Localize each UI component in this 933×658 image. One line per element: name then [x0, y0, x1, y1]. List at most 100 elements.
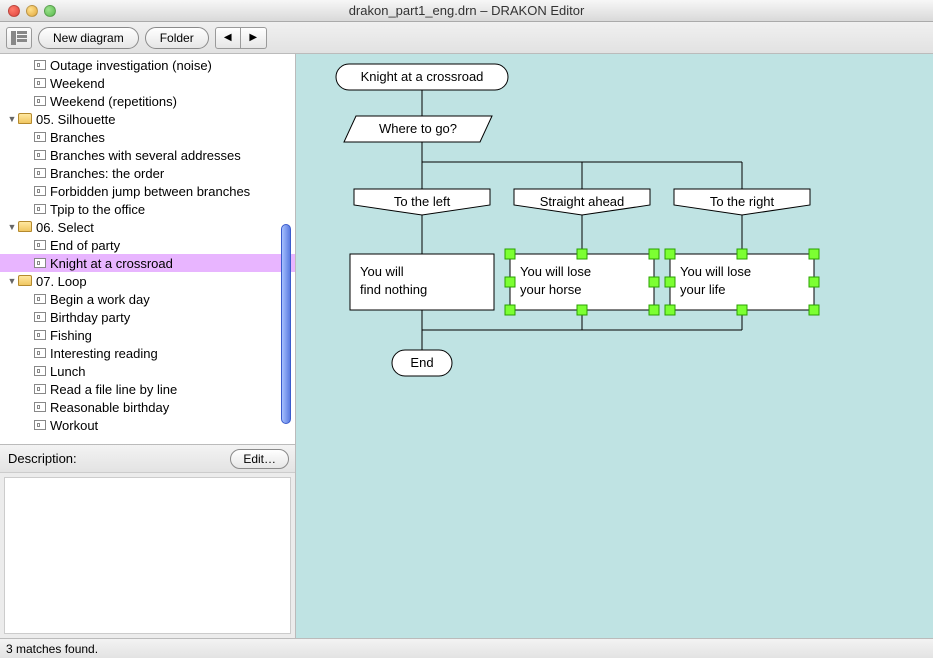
diagram-file-icon	[34, 330, 46, 340]
diagram-file-icon	[34, 384, 46, 394]
folder-icon	[18, 113, 32, 124]
tree-item-label: Трip to the office	[50, 202, 145, 217]
tree-item[interactable]: Interesting reading	[0, 344, 295, 362]
selection-handle[interactable]	[665, 249, 675, 259]
select-question-node[interactable]: Where to go?	[344, 116, 492, 142]
nav-forward-button[interactable]: ▶	[241, 27, 267, 49]
tree-scrollbar[interactable]	[279, 54, 293, 444]
tree-item[interactable]: End of party	[0, 236, 295, 254]
tree-item[interactable]: Birthday party	[0, 308, 295, 326]
edit-description-label: Edit…	[243, 452, 276, 466]
diagram-file-icon	[34, 204, 46, 214]
selection-handle[interactable]	[809, 305, 819, 315]
toggle-sidebar-button[interactable]	[6, 27, 32, 49]
disclosure-triangle-icon[interactable]: ▼	[6, 276, 18, 286]
outcome-node-left[interactable]: You will find nothing	[350, 254, 494, 310]
tree-item-label: 05. Silhouette	[36, 112, 116, 127]
outcome-node-right[interactable]: You will lose your life	[665, 249, 819, 315]
diagram-file-icon	[34, 150, 46, 160]
close-window-button[interactable]	[8, 5, 20, 17]
option-node-left[interactable]: To the left	[354, 189, 490, 215]
selection-handle[interactable]	[737, 249, 747, 259]
diagram-title-node[interactable]: Knight at a crossroad	[336, 64, 508, 90]
tree-folder[interactable]: ▼ 05. Silhouette	[0, 110, 295, 128]
disclosure-triangle-icon[interactable]: ▼	[6, 114, 18, 124]
tree-item[interactable]: Lunch	[0, 362, 295, 380]
folder-icon	[18, 221, 32, 232]
selection-handle[interactable]	[649, 249, 659, 259]
diagram-end-node[interactable]: End	[392, 350, 452, 376]
selection-handle[interactable]	[505, 277, 515, 287]
selection-handle[interactable]	[809, 277, 819, 287]
diagram-file-icon	[34, 132, 46, 142]
diagram-file-icon	[34, 402, 46, 412]
diagram-file-icon	[34, 96, 46, 106]
layout-icon	[11, 31, 27, 45]
selection-handle[interactable]	[505, 249, 515, 259]
minimize-window-button[interactable]	[26, 5, 38, 17]
tree-item[interactable]: Outage investigation (noise)	[0, 56, 295, 74]
tree-item[interactable]: Branches with several addresses	[0, 146, 295, 164]
tree-item-label: Forbidden jump between branches	[50, 184, 250, 199]
tree-item-label: Reasonable birthday	[50, 400, 169, 415]
disclosure-triangle-icon[interactable]: ▼	[6, 222, 18, 232]
tree-item[interactable]: Read a file line by line	[0, 380, 295, 398]
outcome-text-line: You will	[360, 264, 404, 279]
zoom-window-button[interactable]	[44, 5, 56, 17]
tree-item[interactable]: Branches: the order	[0, 164, 295, 182]
selection-handle[interactable]	[505, 305, 515, 315]
tree-item-label: Workout	[50, 418, 98, 433]
tree-item-label: Lunch	[50, 364, 85, 379]
nav-back-button[interactable]: ◀	[215, 27, 241, 49]
edit-description-button[interactable]: Edit…	[230, 449, 289, 469]
tree-item[interactable]: Knight at a crossroad	[0, 254, 295, 272]
scrollbar-thumb[interactable]	[281, 224, 291, 424]
new-folder-button[interactable]: Folder	[145, 27, 209, 49]
tree-item[interactable]: Weekend	[0, 74, 295, 92]
tree-item-label: Branches	[50, 130, 105, 145]
tree-item[interactable]: Fishing	[0, 326, 295, 344]
option-label: To the left	[394, 194, 451, 209]
diagram-file-icon	[34, 78, 46, 88]
selection-handle[interactable]	[665, 277, 675, 287]
tree-folder[interactable]: ▼06. Select	[0, 218, 295, 236]
sidebar: Outage investigation (noise) WeekendWeeke…	[0, 54, 296, 638]
selection-handle[interactable]	[577, 305, 587, 315]
diagram-file-icon	[34, 186, 46, 196]
tree-item-label: Birthday party	[50, 310, 130, 325]
option-node-right[interactable]: To the right	[674, 189, 810, 215]
tree-item[interactable]: Forbidden jump between branches	[0, 182, 295, 200]
tree-item[interactable]: Begin a work day	[0, 290, 295, 308]
selection-handle[interactable]	[649, 305, 659, 315]
outcome-text-line: You will lose	[680, 264, 751, 279]
tree-item[interactable]: Reasonable birthday	[0, 398, 295, 416]
selection-handle[interactable]	[577, 249, 587, 259]
tree-item[interactable]: Branches	[0, 128, 295, 146]
tree-item-label: Weekend	[50, 76, 105, 91]
selection-handle[interactable]	[737, 305, 747, 315]
diagram-tree[interactable]: Outage investigation (noise) WeekendWeeke…	[0, 54, 295, 444]
selection-handle[interactable]	[809, 249, 819, 259]
description-panel: Description: Edit…	[0, 444, 295, 638]
tree-folder[interactable]: ▼07. Loop	[0, 272, 295, 290]
option-node-straight[interactable]: Straight ahead	[514, 189, 650, 215]
new-diagram-button[interactable]: New diagram	[38, 27, 139, 49]
selection-handle[interactable]	[649, 277, 659, 287]
outcome-node-straight[interactable]: You will loseyour horse	[505, 249, 659, 315]
diagram-file-icon	[34, 294, 46, 304]
diagram-file-icon	[34, 168, 46, 178]
select-question-text: Where to go?	[379, 121, 457, 136]
tree-item[interactable]: Трip to the office	[0, 200, 295, 218]
option-label: Straight ahead	[540, 194, 625, 209]
tree-item[interactable]: Workout	[0, 416, 295, 434]
description-text[interactable]	[4, 477, 291, 634]
selection-handle[interactable]	[665, 305, 675, 315]
description-label: Description:	[8, 451, 77, 466]
outcome-text-line: find nothing	[360, 282, 427, 297]
status-text: 3 matches found.	[6, 642, 98, 656]
diagram-canvas[interactable]: Knight at a crossroad Where to go? To th…	[296, 54, 933, 638]
triangle-right-icon: ▶	[249, 32, 257, 43]
history-nav: ◀ ▶	[215, 27, 267, 49]
tree-item[interactable]: Weekend (repetitions)	[0, 92, 295, 110]
outcome-text-line: your life	[680, 282, 726, 297]
